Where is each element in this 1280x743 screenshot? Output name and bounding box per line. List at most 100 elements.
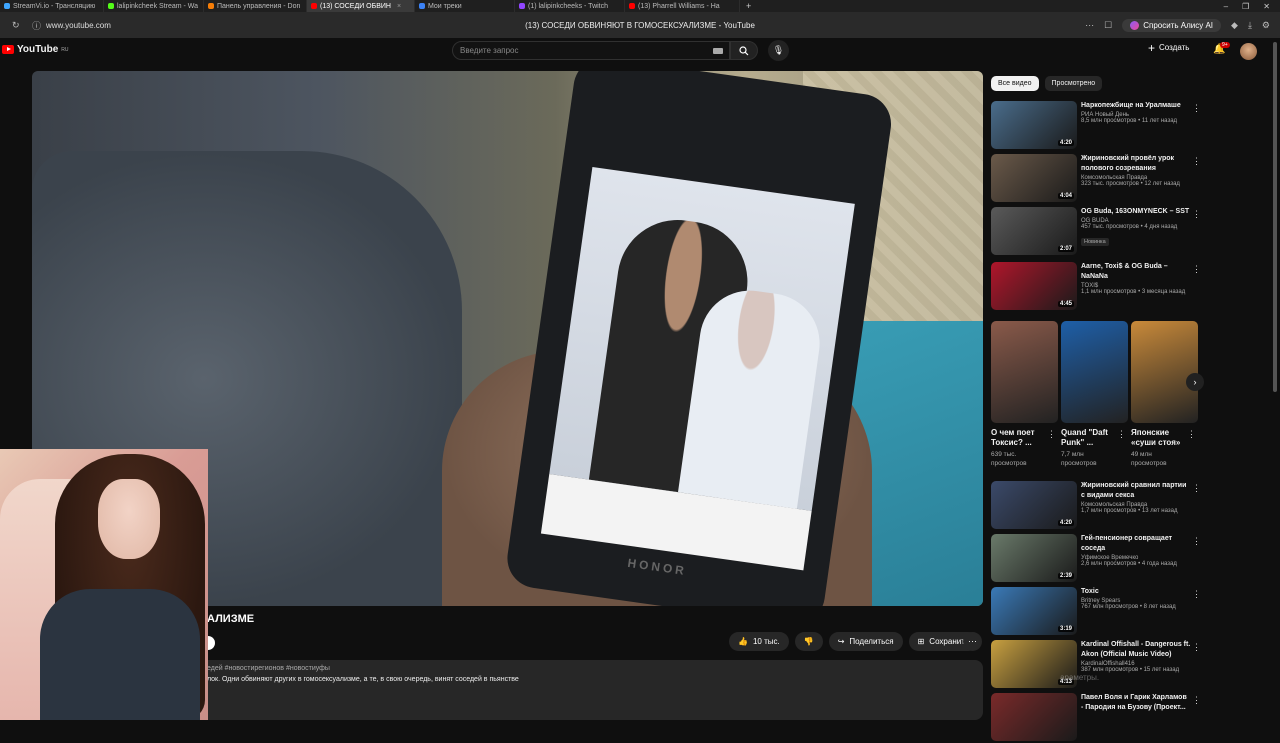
video-title[interactable]: Toxic [1081, 587, 1191, 597]
scrollbar[interactable] [1273, 42, 1277, 392]
browser-tab[interactable]: (1) lalipinkcheeks - Twitch [515, 0, 625, 12]
youtube-logo[interactable]: YouTube RU [2, 44, 69, 55]
kebab-menu-icon[interactable]: ⋮ [1192, 695, 1201, 706]
shorts-shelf: О чем поет Токсис? ... 639 тыс. просмотро… [991, 321, 1201, 476]
kebab-menu-icon[interactable]: ⋮ [1117, 429, 1126, 440]
browser-tab[interactable]: StreamVi.io - Трансляцию [0, 0, 104, 12]
more-icon: ⋯ [968, 636, 977, 646]
video-thumbnail[interactable]: 3:19 [991, 587, 1077, 635]
extension-icon[interactable]: ◆ [1231, 20, 1238, 31]
kebab-menu-icon[interactable]: ⋮ [1192, 642, 1201, 653]
video-thumbnail[interactable]: 4:20 [991, 101, 1077, 149]
kebab-menu-icon[interactable]: ⋮ [1192, 589, 1201, 600]
video-title[interactable]: Kardinal Offishall - Dangerous ft. Akon … [1081, 640, 1191, 660]
video-title[interactable]: Жириновский сравнил партии с видами секс… [1081, 481, 1191, 501]
video-title[interactable]: Жириновский провёл урок полового созрева… [1081, 154, 1191, 174]
kebab-menu-icon[interactable]: ⋮ [1192, 264, 1201, 275]
voice-search-button[interactable]: 🎙 [768, 40, 789, 61]
short-item[interactable]: Quand "Daft Punk" ... 7,7 млн просмотров ⋮ [1061, 321, 1128, 468]
kebab-menu-icon[interactable]: ⋮ [1187, 429, 1196, 440]
sidebar-video-item[interactable]: 4:45 Aarne, Toxi$ & OG Buda – NaNaNa TOXI$… [991, 262, 1201, 312]
short-title[interactable]: Quand "Daft Punk" ... [1061, 428, 1116, 448]
chip-watched[interactable]: Просмотрено [1044, 76, 1103, 91]
minimize-icon[interactable]: – [1224, 2, 1228, 11]
new-tab-icon[interactable]: + [740, 1, 757, 11]
description-tags[interactable]: едей #новостирегионов #новостиуфы [207, 665, 330, 672]
bookmark-icon[interactable]: ☐ [1104, 20, 1112, 31]
short-thumbnail[interactable] [1131, 321, 1198, 423]
reload-icon[interactable]: ↻ [12, 20, 20, 31]
sidebar-video-item[interactable]: 4:20 Наркопежбище на Уралмаше РИА Новый Де… [991, 101, 1201, 151]
short-views: 639 тыс. просмотров [991, 451, 1027, 467]
video-thumbnail[interactable]: 2:07 [991, 207, 1077, 255]
tab-favicon-icon [108, 3, 114, 9]
video-thumbnail[interactable]: 4:04 [991, 154, 1077, 202]
short-thumbnail[interactable] [1061, 321, 1128, 423]
short-item[interactable]: О чем поет Токсис? ... 639 тыс. просмотро… [991, 321, 1058, 468]
sidebar-video-item[interactable]: 2:39 Гей-пенсионер совращает соседа Уфимск… [991, 534, 1201, 584]
kebab-menu-icon[interactable]: ⋮ [1192, 483, 1201, 494]
video-info: Павел Воля и Гарик Харламов - Пародия на… [1081, 693, 1191, 713]
webcam-overlay [0, 449, 208, 720]
short-title[interactable]: О чем поет Токсис? ... [991, 428, 1046, 448]
sidebar-video-item[interactable]: 4:04 Жириновский провёл урок полового соз… [991, 154, 1201, 204]
sidebar-chips: Все видео Просмотрено [991, 76, 1103, 91]
like-button[interactable]: 👍 10 тыс. [729, 632, 789, 651]
short-thumbnail[interactable] [991, 321, 1058, 423]
tab-favicon-icon [629, 3, 635, 9]
sidebar-video-item[interactable]: Павел Воля и Гарик Харламов - Пародия на… [991, 693, 1201, 743]
thumbs-down-icon: 👎 [803, 637, 814, 646]
kebab-menu-icon[interactable]: ⋮ [1192, 209, 1201, 220]
tab-close-icon[interactable]: × [397, 3, 401, 10]
video-thumbnail[interactable]: 2:39 [991, 534, 1077, 582]
browser-tab[interactable]: Панель управления - Don [204, 0, 307, 12]
create-button[interactable]: + Создать [1148, 42, 1189, 54]
avatar[interactable] [1240, 43, 1257, 60]
short-title[interactable]: Японские «суши стоя» [1131, 428, 1186, 448]
video-meta: 8,5 млн просмотров • 11 лет назад [1081, 118, 1178, 124]
shorts-next-button[interactable]: › [1186, 373, 1204, 391]
kebab-menu-icon[interactable]: ⋮ [1192, 156, 1201, 167]
more-icon[interactable]: ⋯ [1085, 20, 1094, 31]
chip-all-videos[interactable]: Все видео [991, 76, 1039, 91]
more-actions-button[interactable]: ⋯ [963, 632, 982, 651]
video-title[interactable]: Гей-пенсионер совращает соседа [1081, 534, 1191, 554]
browser-tab[interactable]: lalipinkcheek Stream - Wa [104, 0, 204, 12]
video-duration: 4:20 [1057, 520, 1074, 526]
site-info-icon[interactable]: ⓘ [32, 19, 41, 32]
download-icon[interactable]: ⤓ [1248, 20, 1252, 31]
browser-tab[interactable]: (13) Pharrell Williams - Ha [625, 0, 740, 12]
video-info: Kardinal Offishall - Dangerous ft. Akon … [1081, 640, 1191, 673]
tab-favicon-icon [208, 3, 214, 9]
maximize-icon[interactable]: ❐ [1242, 2, 1249, 11]
sidebar-video-item[interactable]: 4:20 Жириновский сравнил партии с видами … [991, 481, 1201, 531]
kebab-menu-icon[interactable]: ⋮ [1192, 536, 1201, 547]
channel-avatar[interactable] [207, 636, 215, 650]
kebab-menu-icon[interactable]: ⋮ [1047, 429, 1056, 440]
video-title[interactable]: Наркопежбище на Уралмаше [1081, 101, 1191, 111]
browser-tab[interactable]: Мои треки [415, 0, 515, 12]
video-thumbnail[interactable]: 4:45 [991, 262, 1077, 310]
settings-icon[interactable]: ⚙ [1262, 20, 1270, 31]
video-title[interactable]: Павел Воля и Гарик Харламов - Пародия на… [1081, 693, 1191, 713]
share-button[interactable]: ↪ Поделиться [828, 632, 903, 651]
sidebar-video-item[interactable]: 2:07 OG Buda, 163ONMYNECK – SST OG BUDA 457… [991, 207, 1201, 257]
browser-tab[interactable]: (13) СОСЕДИ ОБВИН × [307, 0, 415, 12]
dislike-button[interactable]: 👎 [794, 632, 823, 651]
search-input[interactable]: Введите запрос [452, 41, 730, 60]
video-thumbnail[interactable] [991, 693, 1077, 741]
search-button[interactable] [730, 41, 758, 60]
video-info: Aarne, Toxi$ & OG Buda – NaNaNa TOXI$ 1,1 … [1081, 262, 1191, 295]
sidebar-video-item[interactable]: 3:19 Toxic Britney Spears 767 млн просмотро… [991, 587, 1201, 637]
sidebar-video-item[interactable]: 4:13 Kardinal Offishall - Dangerous ft. A… [991, 640, 1201, 690]
video-title[interactable]: OG Buda, 163ONMYNECK – SST [1081, 207, 1191, 217]
video-title[interactable]: Aarne, Toxi$ & OG Buda – NaNaNa [1081, 262, 1191, 282]
alice-icon [1130, 20, 1140, 30]
alice-button[interactable]: Спросить Алису AI [1122, 18, 1222, 32]
close-icon[interactable]: ✕ [1263, 2, 1270, 11]
keyboard-icon[interactable] [713, 47, 723, 54]
short-item[interactable]: Японские «суши стоя» 49 млн просмотров ⋮ [1131, 321, 1198, 468]
kebab-menu-icon[interactable]: ⋮ [1192, 103, 1201, 114]
video-thumbnail[interactable]: 4:20 [991, 481, 1077, 529]
url-field[interactable]: www.youtube.com [46, 21, 111, 30]
